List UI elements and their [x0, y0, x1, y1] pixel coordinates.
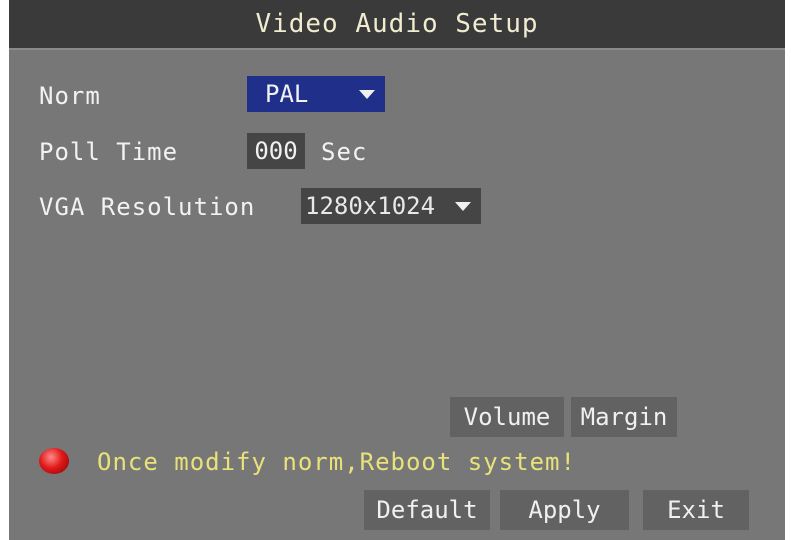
chevron-down-icon: [359, 89, 375, 99]
norm-select[interactable]: PAL: [247, 76, 385, 112]
default-button[interactable]: Default: [364, 490, 490, 530]
margin-button[interactable]: Margin: [571, 397, 677, 437]
title-bar: Video Audio Setup: [9, 0, 785, 50]
apply-button[interactable]: Apply: [500, 490, 629, 530]
volume-button[interactable]: Volume: [450, 397, 564, 437]
norm-value: PAL: [265, 80, 309, 108]
poll-time-input[interactable]: 000: [247, 133, 305, 169]
vga-resolution-select[interactable]: 1280x1024: [301, 188, 481, 224]
poll-time-label: Poll Time: [39, 138, 179, 166]
vga-resolution-value: 1280x1024: [305, 192, 436, 220]
dialog-title: Video Audio Setup: [255, 9, 539, 39]
exit-button[interactable]: Exit: [643, 490, 749, 530]
poll-time-unit: Sec: [321, 138, 368, 166]
reboot-warning: Once modify norm,Reboot system!: [97, 448, 576, 476]
norm-label: Norm: [39, 82, 101, 110]
chevron-down-icon: [455, 201, 471, 211]
video-audio-setup-dialog: Video Audio Setup Norm PAL Poll Time 000…: [9, 0, 785, 540]
status-led-icon: [39, 448, 69, 474]
vga-resolution-label: VGA Resolution: [39, 193, 256, 221]
